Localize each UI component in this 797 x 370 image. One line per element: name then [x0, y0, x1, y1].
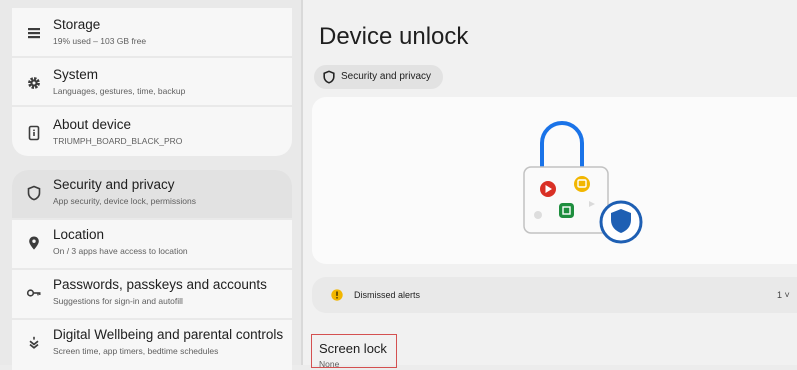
sidebar-item-about-device[interactable]: About device TRIUMPH_BOARD_BLACK_PRO — [12, 110, 292, 158]
breadcrumb-chip-security-and-privacy[interactable]: Security and privacy — [314, 65, 443, 89]
sidebar-item-digital-wellbeing[interactable]: Digital Wellbeing and parental controls … — [12, 320, 292, 368]
sidebar-item-security-and-privacy[interactable]: Security and privacy App security, devic… — [12, 170, 292, 218]
sidebar-item-title: Passwords, passkeys and accounts — [53, 277, 267, 292]
sidebar-item-subtitle: 19% used – 103 GB free — [53, 36, 147, 46]
dismissed-alerts-count[interactable]: 1 ˅ — [777, 290, 790, 300]
sidebar-item-subtitle: TRIUMPH_BOARD_BLACK_PRO — [53, 136, 183, 146]
app-icon-red — [540, 181, 556, 197]
screen-lock-subtitle: None — [319, 359, 340, 369]
page-title: Device unlock — [319, 23, 469, 50]
sidebar-item-subtitle: Screen time, app timers, bedtime schedul… — [53, 346, 219, 356]
sidebar-item-subtitle: App security, device lock, permissions — [53, 196, 196, 206]
sidebar-item-system[interactable]: System Languages, gestures, time, backup — [12, 60, 292, 108]
gear-icon — [28, 77, 40, 89]
sidebar-item-location[interactable]: Location On / 3 apps have access to loca… — [12, 220, 292, 268]
sidebar-item-title: About device — [53, 117, 132, 132]
sidebar-item-passwords-and-accounts[interactable]: Passwords, passkeys and accounts Suggest… — [12, 270, 292, 318]
sidebar-item-title: Storage — [53, 17, 101, 32]
main-pane: Device unlock Security and privacy Dismi… — [303, 0, 797, 369]
key-icon — [26, 289, 41, 297]
storage-icon — [28, 28, 40, 39]
location-pin-icon — [29, 236, 39, 250]
shield-icon — [27, 185, 41, 201]
sidebar-item-title: Digital Wellbeing and parental controls — [53, 327, 284, 342]
warning-icon — [331, 289, 343, 301]
sidebar-item-title: System — [53, 67, 99, 82]
sidebar-item-storage[interactable]: Storage 19% used – 103 GB free — [12, 10, 292, 58]
sidebar-item-subtitle: Suggestions for sign-in and autofill — [53, 296, 183, 306]
sidebar-item-title: Security and privacy — [53, 177, 175, 192]
wellbeing-icon — [29, 336, 39, 349]
breadcrumb-chip-label: Security and privacy — [341, 71, 432, 82]
screen-lock-item[interactable]: Screen lock None — [311, 334, 397, 369]
padlock-illustration — [523, 121, 643, 244]
device-unlock-illustration — [312, 97, 797, 264]
dismissed-alerts-row[interactable]: Dismissed alerts 1 ˅ — [312, 277, 797, 313]
app-icon-green — [559, 203, 574, 218]
shield-icon — [323, 70, 335, 84]
dismissed-alerts-label: Dismissed alerts — [354, 290, 421, 300]
sidebar-item-title: Location — [53, 227, 105, 242]
device-info-icon — [28, 125, 40, 141]
sidebar-item-subtitle: On / 3 apps have access to location — [53, 246, 188, 256]
dot — [534, 211, 542, 219]
screen-lock-title: Screen lock — [319, 341, 387, 356]
sidebar-item-subtitle: Languages, gestures, time, backup — [53, 86, 186, 96]
app-icon-yellow — [574, 176, 590, 192]
settings-sidebar: Storage 19% used – 103 GB free System La… — [0, 0, 301, 370]
